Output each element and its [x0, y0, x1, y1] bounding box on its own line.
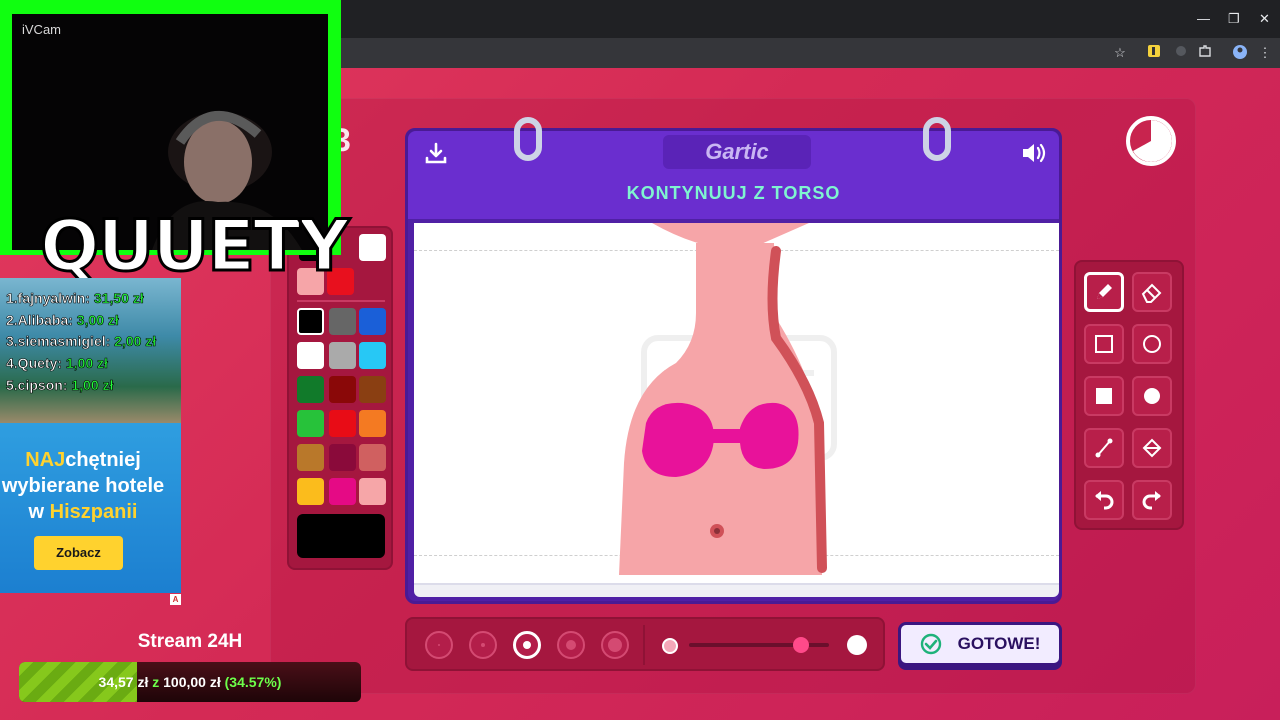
opacity-slider-handle[interactable] — [793, 637, 809, 653]
gartic-logo: Gartic — [663, 135, 811, 169]
color-swatch[interactable] — [329, 444, 356, 471]
maximize-button[interactable]: ❐ — [1228, 12, 1240, 26]
color-swatch[interactable] — [359, 342, 386, 369]
donor-row: 3.siemasmigiel: 2,00 zł — [6, 333, 157, 350]
circle-filled-icon — [1144, 388, 1160, 404]
opacity-max-icon — [847, 635, 867, 655]
line-icon — [1095, 438, 1113, 458]
line-tool[interactable] — [1084, 428, 1124, 468]
brush-options-bar — [405, 617, 885, 671]
opacity-min-icon — [662, 638, 678, 654]
color-swatch[interactable] — [297, 376, 324, 403]
color-swatch[interactable] — [359, 478, 386, 505]
color-swatch[interactable] — [297, 308, 324, 335]
rectangle-outline-tool[interactable] — [1084, 324, 1124, 364]
streamer-name: QUUETY — [38, 205, 350, 288]
eraser-icon — [1141, 283, 1162, 303]
color-swatch[interactable] — [297, 478, 324, 505]
brush-size-3[interactable] — [513, 631, 541, 659]
donor-row: 4.Quety: 1,00 zł — [6, 355, 109, 372]
color-swatch[interactable] — [359, 376, 386, 403]
binder-ring-left — [514, 117, 542, 161]
undo-icon — [1095, 491, 1114, 510]
extensions-puzzle-icon[interactable] — [1196, 44, 1214, 62]
done-button[interactable]: GOTOWE! — [898, 622, 1062, 666]
circle-outline-icon — [1143, 335, 1161, 353]
palette-divider — [297, 300, 385, 302]
square-filled-icon — [1096, 388, 1112, 404]
sheet-header: Gartic KONTYNUUJ Z TORSO — [408, 131, 1059, 219]
close-window-button[interactable]: ✕ — [1259, 12, 1270, 26]
ad-badge: A — [170, 594, 181, 605]
bookmark-star-icon[interactable]: ☆ — [1111, 44, 1129, 62]
sheet-pages-edge — [414, 583, 1059, 597]
extension-circle-icon[interactable] — [1172, 44, 1190, 62]
color-swatch[interactable] — [359, 308, 386, 335]
donor-row: 5.cipson: 1,00 zł — [6, 377, 114, 394]
color-swatch[interactable] — [329, 376, 356, 403]
current-color-preview — [297, 514, 385, 558]
binder-ring-right — [923, 117, 951, 161]
redo-tool[interactable] — [1132, 480, 1172, 520]
ad-headline: NAJchętniej wybierane hotele w Hiszpanii — [1, 449, 165, 523]
fill-bucket-tool[interactable] — [1132, 428, 1172, 468]
profile-avatar-icon[interactable] — [1231, 44, 1249, 62]
bucket-icon — [1142, 438, 1162, 458]
undo-tool[interactable] — [1084, 480, 1124, 520]
color-swatch[interactable] — [359, 410, 386, 437]
square-outline-icon — [1095, 335, 1113, 353]
tool-panel — [1074, 260, 1184, 530]
prompt-text: KONTYNUUJ Z TORSO — [626, 183, 841, 203]
color-swatch[interactable] — [329, 342, 356, 369]
ellipse-fill-tool[interactable] — [1132, 376, 1172, 416]
rectangle-fill-tool[interactable] — [1084, 376, 1124, 416]
color-swatch[interactable] — [329, 478, 356, 505]
drawing — [619, 223, 837, 575]
browser-menu-icon[interactable]: ⋮ — [1256, 44, 1274, 62]
color-swatch[interactable] — [329, 308, 356, 335]
check-badge-icon — [920, 633, 941, 655]
drawing-sheet: Gartic KONTYNUUJ Z TORSO — [405, 117, 1062, 604]
extension-icon[interactable] — [1145, 44, 1163, 62]
eraser-tool[interactable] — [1132, 272, 1172, 312]
color-swatch[interactable] — [297, 444, 324, 471]
donor-row: 2.Alibaba: 3,00 zł — [6, 312, 119, 329]
goal-progress-bar: 34,57 zł z 100,00 zł (34.57%) — [19, 662, 361, 702]
goal-progress-text: 34,57 zł z 100,00 zł (34.57%) — [98, 674, 282, 690]
color-swatch[interactable] — [359, 444, 386, 471]
donor-row: 1.fajnyalwin: 31,50 zł — [6, 290, 144, 307]
color-swatch[interactable] — [297, 342, 324, 369]
ellipse-outline-tool[interactable] — [1132, 324, 1172, 364]
color-swatch[interactable] — [297, 410, 324, 437]
color-swatch[interactable] — [329, 410, 356, 437]
brush-size-1[interactable] — [425, 631, 453, 659]
brush-size-4[interactable] — [557, 631, 585, 659]
goal-title: Stream 24H — [137, 631, 243, 652]
done-button-label: GOTOWE! — [957, 634, 1041, 653]
divider — [643, 625, 645, 665]
speaker-icon[interactable] — [1020, 141, 1048, 165]
timer-icon — [1126, 116, 1176, 166]
brush-size-2[interactable] — [469, 631, 497, 659]
ad-cta-button[interactable]: Zobacz — [34, 536, 123, 570]
color-swatch[interactable] — [359, 234, 386, 261]
pen-tool[interactable] — [1084, 272, 1124, 312]
drawing-canvas[interactable] — [414, 223, 1059, 583]
pencil-icon — [1097, 284, 1112, 299]
minimize-button[interactable]: — — [1197, 12, 1210, 26]
brush-size-5[interactable] — [601, 631, 629, 659]
redo-icon — [1142, 491, 1161, 510]
top-donors-list: 1.fajnyalwin: 31,50 zł 2.Alibaba: 3,00 z… — [0, 278, 181, 423]
download-icon[interactable] — [424, 141, 448, 165]
ad-banner[interactable]: NAJchętniej wybierane hotele w Hiszpanii… — [0, 423, 181, 593]
